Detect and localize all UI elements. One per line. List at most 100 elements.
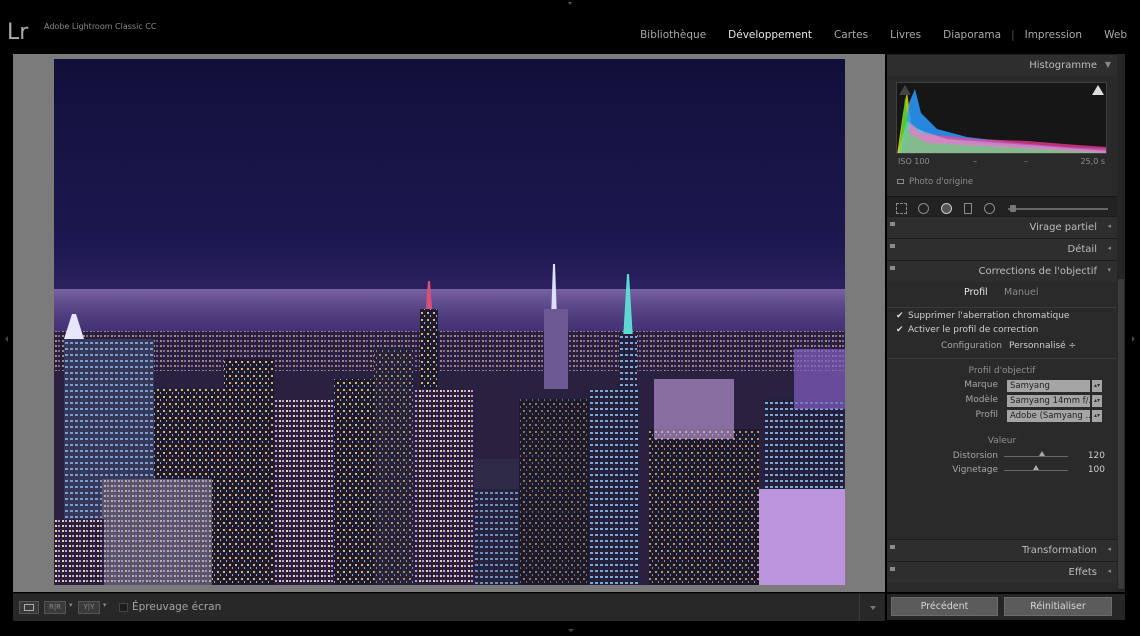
left-panel-toggle-icon[interactable] [5,336,8,342]
module-print[interactable]: Impression [1025,29,1082,41]
make-select[interactable]: Samyang [1007,380,1090,392]
top-bar: Lr Adobe Lightroom Classic CC Bibliothèq… [0,0,1140,52]
left-panel-edge[interactable] [0,54,13,632]
brush-slider-track[interactable] [1008,208,1108,210]
divider [887,307,1117,308]
divider [887,358,1117,359]
split-toning-header[interactable]: Virage partiel ◂ [887,216,1117,238]
before-after-dropdown-icon[interactable]: ▾ [69,601,73,609]
profile-select[interactable]: Adobe (Samyang ... [1007,410,1090,422]
chevron-down-icon: ▼ [1104,60,1111,69]
graduated-filter-icon[interactable] [964,203,972,214]
checkmark-icon[interactable]: ✔ [896,325,904,335]
detail-title: Détail [1067,244,1097,255]
toolbar-menu[interactable] [859,594,885,622]
right-panel-edge[interactable] [1125,54,1140,632]
panel-toggle-icon[interactable] [890,244,895,248]
before-after-mode-button[interactable]: Y|Y [78,601,100,614]
updown-icon[interactable]: ▴▾ [1092,395,1102,407]
lens-tabs: Profil Manuel [887,287,1117,305]
before-after-mode-dropdown-icon[interactable]: ▾ [103,601,107,609]
distortion-slider-knob[interactable] [1039,451,1045,456]
spot-removal-icon[interactable] [918,203,929,214]
panel-scrollbar[interactable] [1117,54,1125,592]
panel-toggle-icon[interactable] [890,222,895,226]
brush-slider-knob[interactable] [1010,205,1016,212]
panel-toggle-icon[interactable] [890,266,895,270]
scrollbar-thumb[interactable] [1118,279,1124,589]
histogram[interactable] [896,82,1107,154]
module-book[interactable]: Livres [890,29,921,41]
highlight-clipping-icon[interactable] [1092,85,1104,95]
vignetting-value[interactable]: 100 [1077,465,1105,475]
red-eye-icon[interactable] [941,203,952,214]
city-night-photo [54,59,845,585]
histogram-graph [897,89,1106,153]
distortion-slider[interactable] [1004,456,1068,457]
config-dropdown[interactable]: Personnalisé ÷ [1009,341,1076,351]
app-name: Adobe Lightroom Classic CC [44,22,157,31]
panel-toggle-icon[interactable] [890,567,895,571]
chevron-left-icon: ◂ [1107,567,1111,575]
module-develop[interactable]: Développement [728,29,812,41]
shutter-value: 25,0 s [1080,157,1105,166]
viewer-toolbar: R|R ▾ Y|Y ▾ Épreuvage écran [13,593,885,622]
config-label: Configuration [940,341,1002,351]
module-library[interactable]: Bibliothèque [640,29,706,41]
module-map[interactable]: Cartes [834,29,868,41]
vignetting-label: Vignetage [952,465,998,475]
lens-profile-section: Profil d'objectif [968,366,1036,376]
updown-icon[interactable]: ▴▾ [1092,410,1102,422]
model-select[interactable]: Samyang 14mm f/... [1007,395,1090,407]
filmstrip-toggle-icon[interactable] [568,629,574,632]
vignetting-slider-knob[interactable] [1033,465,1039,470]
image-icon [897,179,904,184]
transform-header[interactable]: Transformation ◂ [887,539,1117,561]
lightroom-logo: Lr [7,20,29,45]
original-photo-label: Photo d'origine [897,177,973,187]
previous-button[interactable]: Précédent [891,597,998,616]
loupe-icon [24,604,34,611]
checkmark-icon[interactable]: ✔ [896,311,904,321]
original-photo-text: Photo d'origine [909,177,974,187]
loupe-view-button[interactable] [19,601,39,614]
distortion-label: Distorsion [952,451,998,461]
panel-toggle-icon[interactable] [890,545,895,549]
enable-profile-label: Activer le profil de correction [908,325,1039,335]
crop-icon[interactable] [896,203,907,214]
chevron-left-icon: ◂ [1107,222,1111,230]
distortion-value[interactable]: 120 [1077,451,1105,461]
tab-profile[interactable]: Profil [964,287,988,298]
profile-label: Profil [975,410,998,420]
before-after-button[interactable]: R|R [44,601,66,614]
vignetting-slider[interactable] [1004,470,1068,471]
right-panel-toggle-icon[interactable] [1132,336,1135,342]
histogram-title: Histogramme [1029,60,1097,71]
radial-filter-icon[interactable] [984,203,995,214]
shadow-clipping-icon[interactable] [899,85,911,95]
photo-preview[interactable] [54,59,845,585]
effects-header[interactable]: Effets ◂ [887,561,1117,583]
make-label: Marque [964,380,998,390]
updown-icon[interactable]: ▴▾ [1092,380,1102,392]
iso-value: ISO 100 [898,157,930,166]
image-viewer[interactable] [13,54,885,592]
amount-section: Valeur [987,436,1017,446]
exif-dash-2: – [1024,157,1028,166]
soft-proofing-checkbox[interactable] [119,603,128,612]
model-label: Modèle [965,395,998,405]
histogram-header[interactable]: Histogramme ▼ [887,54,1117,76]
chevron-down-icon [870,606,876,610]
top-panel-toggle-icon[interactable] [568,2,572,5]
tab-manual[interactable]: Manuel [1004,287,1039,298]
module-slideshow[interactable]: Diaporama [943,29,1001,41]
module-web[interactable]: Web [1104,29,1127,41]
detail-header[interactable]: Détail ◂ [887,238,1117,260]
reset-button[interactable]: Réinitialiser [1004,597,1112,616]
develop-right-panel: Histogramme ▼ ISO 100 – – 25,0 s Photo d… [887,54,1117,592]
module-picker: Bibliothèque Développement Cartes Livres… [618,29,1127,41]
remove-ca-row[interactable]: ✔ Supprimer l'aberration chromatique [896,311,1069,321]
enable-profile-row[interactable]: ✔ Activer le profil de correction [896,325,1038,335]
lens-corrections-header[interactable]: Corrections de l'objectif ▾ [887,260,1117,282]
module-divider: | [1011,29,1015,41]
